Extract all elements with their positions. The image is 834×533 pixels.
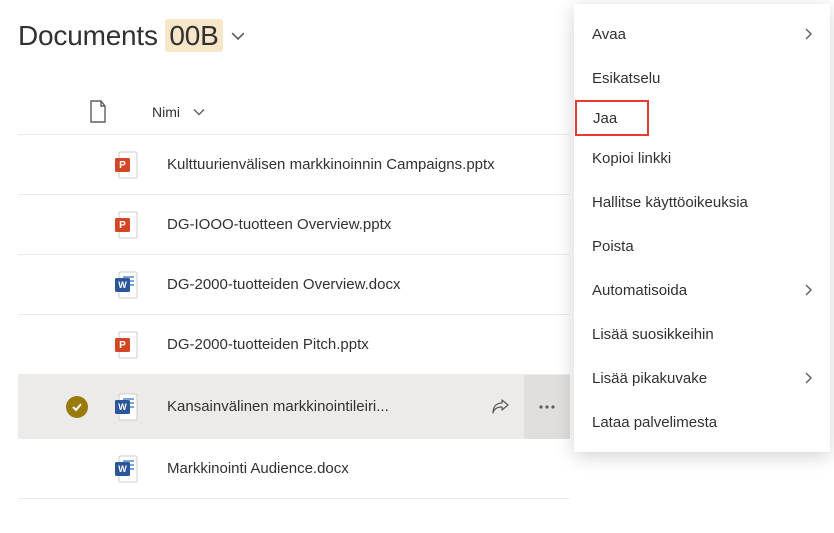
column-header-name[interactable]: Nimi	[152, 104, 206, 120]
pptx-icon: P	[115, 331, 139, 359]
docx-icon: W	[115, 393, 139, 421]
file-row[interactable]: W Kansainvälinen markkinointileiri...	[18, 375, 570, 439]
file-name[interactable]: Kansainvälinen markkinointileiri...	[167, 398, 454, 415]
page-title[interactable]: Documents 00B	[18, 20, 223, 52]
svg-text:P: P	[119, 340, 126, 351]
menu-item[interactable]: Lisää pikakuvake	[574, 356, 830, 400]
svg-text:W: W	[118, 280, 127, 290]
menu-item[interactable]: Esikatselu	[574, 56, 830, 100]
docx-icon: W	[115, 455, 139, 483]
menu-item-label: Hallitse käyttöoikeuksia	[592, 194, 748, 211]
svg-text:P: P	[119, 160, 126, 171]
menu-item[interactable]: Jaa	[575, 100, 649, 136]
chevron-down-icon[interactable]	[231, 29, 245, 43]
pptx-icon: P	[115, 151, 139, 179]
menu-item[interactable]: Lataa palvelimesta	[574, 400, 830, 444]
file-name[interactable]: DG-IOOO-tuotteen Overview.pptx	[167, 216, 570, 233]
chevron-down-icon	[192, 105, 206, 119]
file-row[interactable]: W Markkinointi Audience.docx	[18, 439, 570, 499]
selection-check-icon[interactable]	[66, 396, 88, 418]
chevron-right-icon	[802, 28, 814, 40]
menu-item[interactable]: Kopioi linkki	[574, 136, 830, 180]
svg-text:P: P	[119, 220, 126, 231]
share-icon[interactable]	[482, 389, 518, 425]
file-name[interactable]: DG-2000-tuotteiden Overview.docx	[167, 276, 570, 293]
file-row[interactable]: P Kulttuurienvälisen markkinoinnin Campai…	[18, 135, 570, 195]
menu-item-label: Automatisoida	[592, 282, 687, 299]
menu-item-label: Esikatselu	[592, 70, 660, 87]
menu-item-label: Poista	[592, 238, 634, 255]
chevron-right-icon	[802, 284, 814, 296]
menu-item[interactable]: Lisää suosikkeihin	[574, 312, 830, 356]
page-title-row: Documents 00B	[18, 20, 570, 52]
menu-item-label: Lataa palvelimesta	[592, 414, 717, 431]
context-menu: Avaa Esikatselu Jaa Kopioi linkki Hallitse k…	[574, 4, 830, 452]
menu-item-label: Avaa	[592, 26, 626, 43]
file-row[interactable]: W DG-2000-tuotteiden Overview.docx	[18, 255, 570, 315]
column-header-name-label: Nimi	[152, 104, 180, 120]
menu-item-label: Lisää pikakuvake	[592, 370, 707, 387]
file-name[interactable]: Markkinointi Audience.docx	[167, 460, 570, 477]
more-actions-button[interactable]	[524, 375, 570, 439]
row-actions	[482, 375, 570, 439]
pptx-icon: P	[115, 211, 139, 239]
menu-item[interactable]: Automatisoida	[574, 268, 830, 312]
file-name[interactable]: Kulttuurienvälisen markkinoinnin Campaig…	[167, 156, 570, 173]
chevron-right-icon	[802, 372, 814, 384]
menu-item[interactable]: Avaa	[574, 12, 830, 56]
menu-item-label: Kopioi linkki	[592, 150, 671, 167]
menu-item[interactable]: Hallitse käyttöoikeuksia	[574, 180, 830, 224]
file-type-icon	[88, 100, 108, 124]
title-highlight: 00B	[165, 19, 222, 52]
menu-item-label: Lisää suosikkeihin	[592, 326, 714, 343]
file-name[interactable]: DG-2000-tuotteiden Pitch.pptx	[167, 336, 570, 353]
svg-text:W: W	[118, 402, 127, 412]
column-header-row: Nimi	[18, 92, 570, 135]
file-list: P Kulttuurienvälisen markkinoinnin Campai…	[18, 135, 570, 499]
title-prefix: Documents	[18, 20, 165, 51]
docx-icon: W	[115, 271, 139, 299]
menu-item-label: Jaa	[593, 110, 617, 127]
file-row[interactable]: P DG-IOOO-tuotteen Overview.pptx	[18, 195, 570, 255]
svg-text:W: W	[118, 464, 127, 474]
menu-item[interactable]: Poista	[574, 224, 830, 268]
file-row[interactable]: P DG-2000-tuotteiden Pitch.pptx	[18, 315, 570, 375]
